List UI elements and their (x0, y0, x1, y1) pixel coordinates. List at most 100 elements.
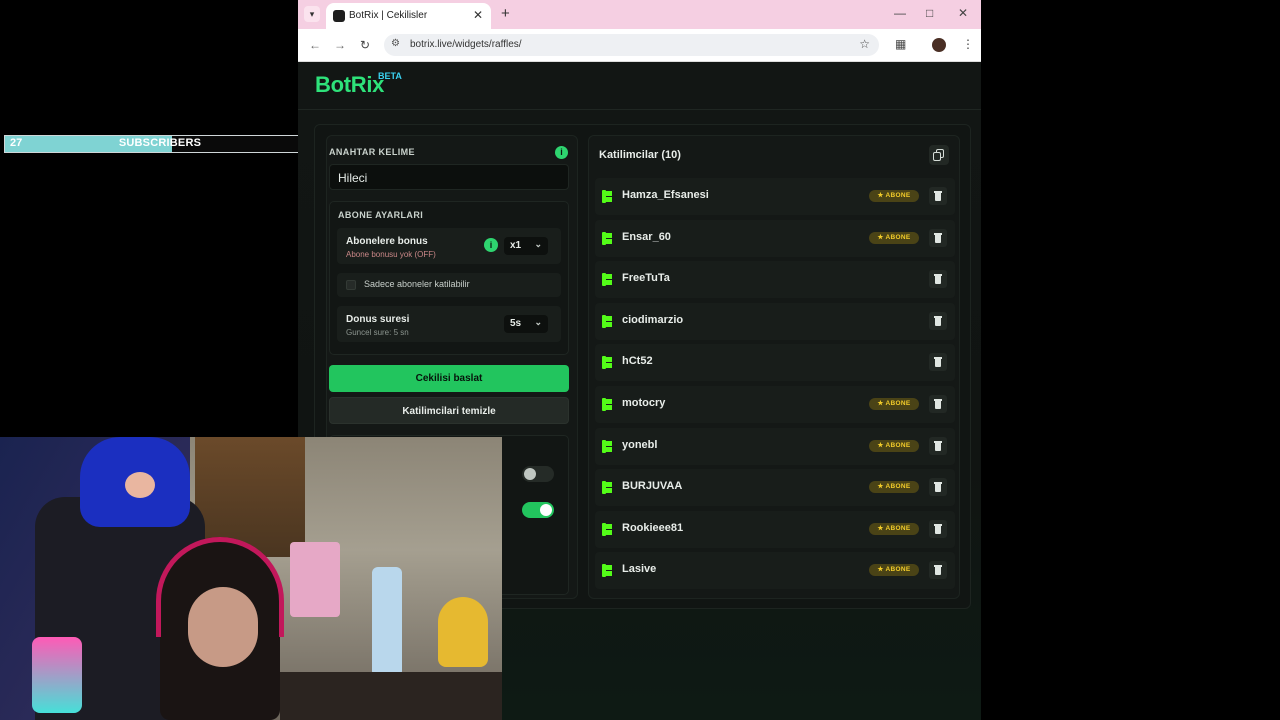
participant-row: Lasive ★ ABONE (595, 552, 955, 590)
tab-search-button[interactable]: ▾ (304, 6, 320, 22)
forward-arrow-icon[interactable]: → (334, 38, 346, 52)
participant-row: ciodimarzio (595, 302, 955, 340)
subscriber-badge-label: ABONE (885, 483, 911, 491)
botrix-favicon-icon (333, 10, 345, 22)
subscriber-badge: ★ ABONE (869, 231, 919, 244)
webcam-overlay (0, 437, 502, 720)
kick-icon (602, 481, 614, 495)
site-settings-icon[interactable]: ⚙ (391, 38, 400, 49)
subscriber-badge-label: ABONE (885, 233, 911, 241)
extensions-icon[interactable]: ▦ (895, 37, 906, 51)
subscriber-only-row[interactable]: Sadece aboneler katilabilir (337, 273, 561, 297)
keyword-info-icon[interactable]: i (555, 146, 568, 159)
chevron-down-icon: ⌄ (534, 239, 542, 249)
spin-duration-status: Guncel sure: 5 sn (346, 328, 409, 337)
spin-duration-value: 5s (510, 318, 522, 329)
subscriber-badge-label: ABONE (885, 524, 911, 532)
browser-menu-icon[interactable]: ⋮ (962, 37, 974, 51)
bookmark-star-icon[interactable]: ☆ (859, 37, 870, 51)
participant-name: yonebl (622, 438, 658, 451)
address-bar[interactable]: ⚙ botrix.live/widgets/raffles/ ☆ (384, 34, 879, 56)
subscriber-settings-title: ABONE AYARLARI (338, 210, 424, 220)
chevron-down-icon: ⌄ (534, 317, 542, 327)
setting-toggle-1[interactable] (522, 466, 554, 482)
participant-row: yonebl ★ ABONE (595, 427, 955, 465)
participant-name: hCt52 (622, 355, 653, 368)
tab-botrix[interactable]: BotRix | Cekilisler ✕ (326, 3, 491, 29)
tab-title: BotRix | Cekilisler (349, 10, 428, 21)
setting-toggle-2[interactable] (522, 502, 554, 518)
kick-icon (602, 356, 614, 370)
subscriber-badge: ★ ABONE (869, 522, 919, 535)
subscriber-badge-label: ABONE (885, 399, 911, 407)
tab-close-icon[interactable]: ✕ (473, 8, 483, 22)
trash-icon[interactable] (929, 187, 947, 205)
keyword-input[interactable]: Hileci (329, 164, 569, 190)
bonus-multiplier-select[interactable]: x1 ⌄ (504, 237, 548, 255)
subscriber-bonus-title: Abonelere bonus (346, 236, 428, 247)
subscriber-badge: ★ ABONE (869, 439, 919, 452)
webcam-bear-face (125, 472, 155, 498)
subscriber-badge: ★ ABONE (869, 564, 919, 577)
bonus-info-icon[interactable]: i (484, 238, 498, 252)
subscriber-badge-label: ABONE (885, 192, 911, 199)
kick-icon (602, 314, 614, 328)
url-text: botrix.live/widgets/raffles/ (410, 39, 522, 50)
kick-icon (602, 564, 614, 578)
participant-name: FreeTuTa (622, 272, 670, 285)
webcam-desk (280, 672, 502, 720)
close-window-button[interactable]: ✕ (958, 6, 968, 20)
trash-icon[interactable] (929, 270, 947, 289)
trash-icon[interactable] (929, 561, 947, 580)
subscriber-bonus-status: Abone bonusu yok (OFF) (346, 250, 436, 259)
trash-icon[interactable] (929, 519, 947, 538)
participant-row: Ensar_60 ★ ABONE (595, 219, 955, 257)
back-arrow-icon[interactable]: ← (309, 38, 321, 52)
brand-logo[interactable]: BotRix (315, 72, 384, 98)
participant-name: Rookieee81 (622, 521, 684, 534)
participants-list: Hamza_Efsanesi ★ ABONE Ensar_60 ★ ABONE Free… (595, 178, 955, 594)
participant-row: motocry ★ ABONE (595, 385, 955, 423)
trash-icon[interactable] (929, 394, 947, 413)
participant-name: Hamza_Efsanesi (622, 189, 709, 201)
subscriber-settings: ABONE AYARLARI Abonelere bonus Abone bon… (329, 201, 569, 355)
trash-icon[interactable] (929, 353, 947, 372)
keyword-title: ANAHTAR KELIME (329, 147, 415, 157)
reload-icon[interactable]: ↻ (360, 38, 370, 52)
profile-avatar[interactable] (932, 38, 946, 52)
participant-row: BURJUVAA ★ ABONE (595, 469, 955, 507)
trash-icon[interactable] (929, 478, 947, 497)
kick-icon (602, 190, 614, 203)
subscriber-badge: ★ ABONE (869, 481, 919, 494)
kick-icon (602, 522, 614, 536)
participant-row: Rookieee81 ★ ABONE (595, 510, 955, 548)
bonus-multiplier-value: x1 (510, 240, 522, 251)
participant-name: Lasive (622, 563, 657, 576)
webcam-rgb-lamp (32, 637, 82, 713)
trash-icon[interactable] (929, 436, 947, 455)
trash-icon[interactable] (929, 311, 947, 330)
participant-row: FreeTuTa (595, 261, 955, 299)
kick-icon (602, 439, 614, 453)
header-divider (298, 109, 981, 110)
subscriber-badge-label: ABONE (885, 566, 911, 574)
subscriber-bonus-row: Abonelere bonus Abone bonusu yok (OFF) i… (337, 228, 561, 264)
subscriber-badge-label: ABONE (885, 441, 911, 449)
subscriber-only-checkbox[interactable] (346, 280, 356, 290)
spin-duration-row: Donus suresi Guncel sure: 5 sn 5s ⌄ (337, 306, 561, 342)
minimize-button[interactable]: — (894, 6, 906, 20)
tab-bar: ▾ BotRix | Cekilisler ✕ + — □ ✕ (298, 0, 981, 29)
trash-icon[interactable] (929, 228, 947, 247)
new-tab-button[interactable]: + (501, 5, 510, 22)
start-raffle-button[interactable]: Cekilisi baslat (329, 365, 569, 392)
toggle-knob (540, 504, 552, 516)
spin-duration-select[interactable]: 5s ⌄ (504, 315, 548, 333)
webcam-duck-plush (438, 597, 488, 667)
participants-title: Katilimcilar (10) (599, 149, 681, 161)
kick-icon (602, 273, 614, 287)
maximize-button[interactable]: □ (926, 6, 933, 20)
clear-participants-button[interactable]: Katilimcilari temizle (329, 397, 569, 424)
screen: 27 SUBSCRIBERS 50 ▾ BotRix | Cekilisler … (0, 0, 1280, 720)
copy-icon[interactable] (929, 145, 949, 165)
participant-name: ciodimarzio (622, 313, 684, 326)
